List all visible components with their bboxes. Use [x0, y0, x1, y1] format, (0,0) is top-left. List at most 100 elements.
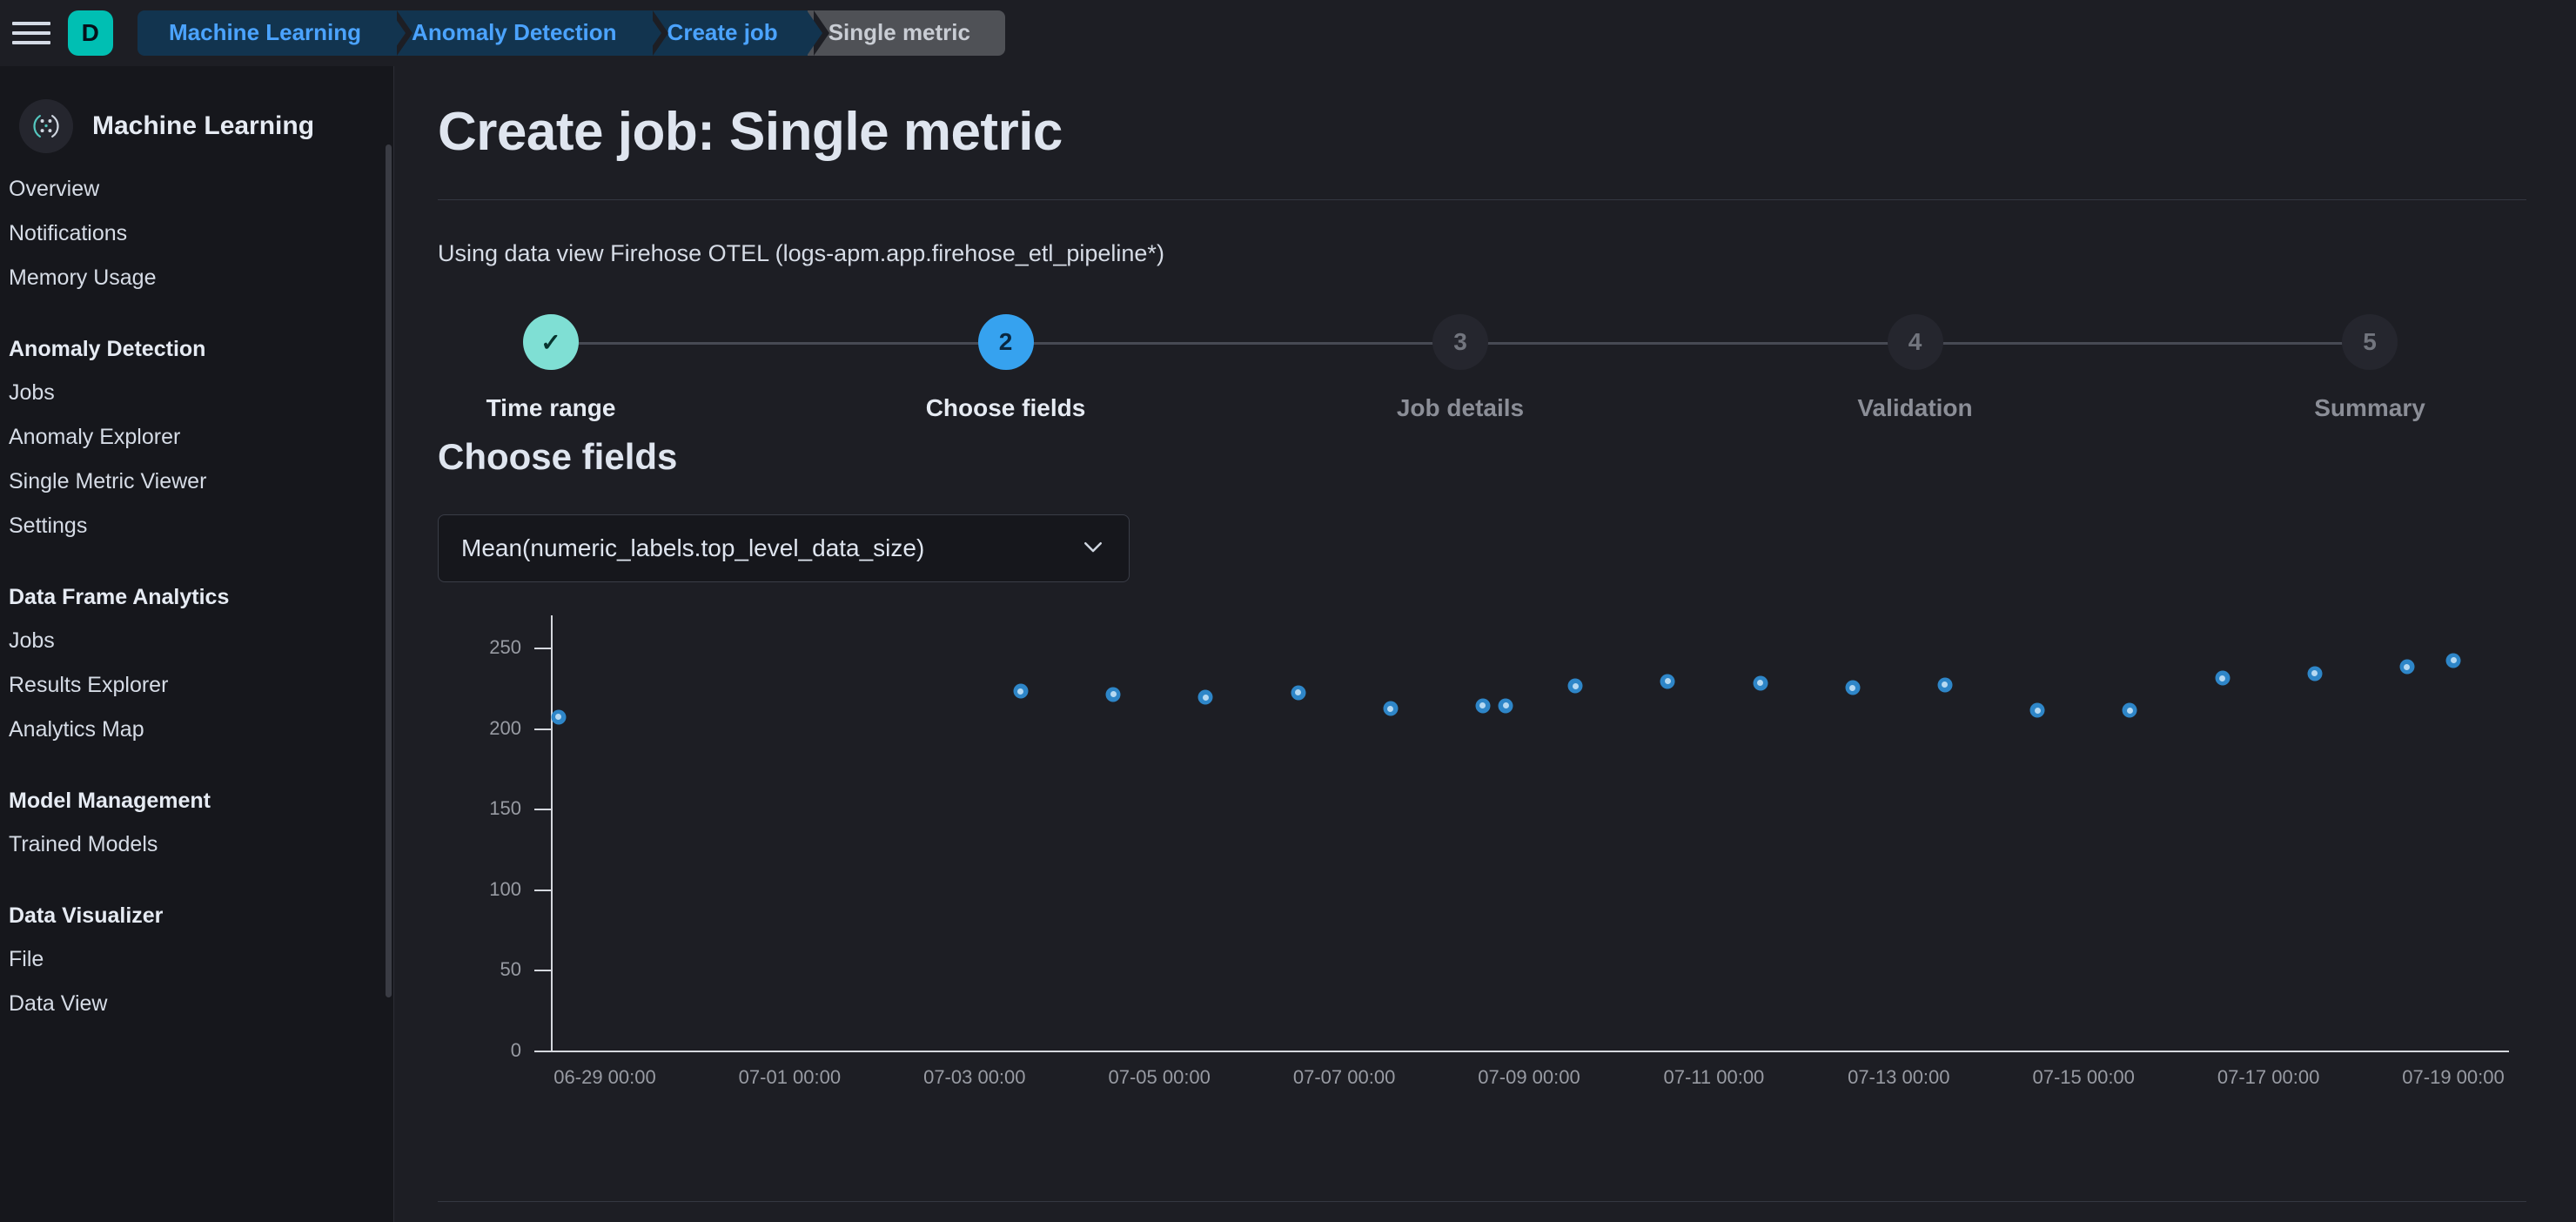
sidebar-item-memory-usage[interactable]: Memory Usage [0, 256, 393, 300]
step-indicator: ✓ Time range 2 Choose fields 3 Job details 4 Va… [438, 314, 2483, 427]
chart-data-point[interactable] [1105, 687, 1121, 702]
sidebar-item-analytics-map[interactable]: Analytics Map [0, 708, 393, 752]
y-axis-tick-label: 0 [510, 1039, 521, 1061]
sidebar-item-trained-models[interactable]: Trained Models [0, 822, 393, 867]
sidebar-item-settings[interactable]: Settings [0, 504, 393, 548]
chart-data-point[interactable] [1845, 680, 1861, 695]
chart-data-point[interactable] [2029, 702, 2045, 718]
bottom-divider [438, 1201, 2526, 1202]
sidebar-group: Overview Notifications Memory Usage [0, 167, 393, 300]
machine-learning-icon [19, 99, 73, 153]
main-content: Create job: Single metric Using data vie… [394, 66, 2576, 1222]
sidebar-item-file[interactable]: File [0, 937, 393, 982]
y-axis-tick-mark [534, 970, 552, 972]
sidebar-group: Model Management Trained Models [0, 766, 393, 867]
chart-data-point[interactable] [1498, 698, 1513, 714]
sidebar-item-jobs[interactable]: Jobs [0, 619, 393, 663]
sidebar-header: Machine Learning [0, 66, 393, 153]
y-axis-tick-label: 100 [489, 877, 521, 900]
chart-data-point[interactable] [2307, 666, 2323, 682]
y-axis-tick-mark [534, 648, 552, 650]
sidebar-group: Anomaly Detection Jobs Anomaly Explorer Sin… [0, 314, 393, 548]
chart-data-point[interactable] [1937, 677, 1953, 693]
sidebar-group: Data Frame Analytics Jobs Results Explorer… [0, 562, 393, 752]
sidebar-heading-data-frame-analytics: Data Frame Analytics [9, 585, 230, 609]
x-axis-tick-label: 07-17 00:00 [2217, 1066, 2320, 1088]
chart-data-point[interactable] [2215, 670, 2230, 686]
avatar[interactable]: D [68, 10, 113, 56]
sidebar-item-jobs[interactable]: Jobs [0, 371, 393, 415]
chart-data-point[interactable] [1013, 683, 1029, 699]
x-axis-tick-label: 07-03 00:00 [923, 1066, 1026, 1088]
y-axis-tick-mark [534, 809, 552, 811]
x-axis-tick-label: 07-13 00:00 [1848, 1066, 1950, 1088]
chart-data-point[interactable] [2122, 702, 2137, 718]
hamburger-menu-icon[interactable] [12, 16, 54, 50]
x-axis-tick-label: 07-05 00:00 [1108, 1066, 1211, 1088]
step-label-5: Summary [2314, 394, 2425, 421]
step-label-1: Time range [486, 394, 616, 421]
step-validation[interactable]: 4 Validation [1820, 314, 2011, 422]
x-axis-tick-label: 07-01 00:00 [738, 1066, 842, 1088]
x-axis-tick-label: 07-09 00:00 [1478, 1066, 1580, 1088]
chevron-down-icon [1080, 534, 1106, 564]
sidebar-group: Data Visualizer File Data View [0, 881, 393, 1026]
field-select-dropdown[interactable]: Mean(numeric_labels.top_level_data_size) [438, 514, 1130, 582]
chart-data-point[interactable] [1753, 675, 1768, 691]
sidebar-heading-data-visualizer: Data Visualizer [9, 903, 164, 928]
sidebar-item-single-metric-viewer[interactable]: Single Metric Viewer [0, 460, 393, 504]
sidebar-item-data-view[interactable]: Data View [0, 982, 393, 1026]
hamburger-line [12, 30, 50, 35]
x-axis-tick-label: 06-29 00:00 [553, 1066, 656, 1088]
step-circle-5: 5 [2342, 314, 2398, 370]
breadcrumb-item-anomaly-detection[interactable]: Anomaly Detection [375, 10, 668, 56]
x-axis-tick-label: 07-07 00:00 [1292, 1066, 1396, 1088]
step-circle-3: 3 [1432, 314, 1488, 370]
step-circle-1: ✓ [523, 314, 579, 370]
y-axis-tick-label: 50 [500, 958, 521, 981]
title-divider [438, 199, 2526, 200]
chart-data-point[interactable] [1475, 698, 1491, 714]
step-choose-fields[interactable]: 2 Choose fields [910, 314, 1102, 422]
dataview-note: Using data view Firehose OTEL (logs-apm.… [438, 240, 1164, 266]
page-title: Create job: Single metric [438, 102, 1063, 162]
sidebar-scrollbar[interactable] [386, 144, 392, 997]
top-navigation-bar: D Machine Learning Anomaly Detection Creat… [0, 0, 2576, 66]
y-axis-tick-label: 150 [489, 797, 521, 820]
sidebar-item-results-explorer[interactable]: Results Explorer [0, 663, 393, 708]
chart-data-point[interactable] [1383, 701, 1399, 716]
field-select-value: Mean(numeric_labels.top_level_data_size) [461, 534, 925, 561]
chart-data-point[interactable] [2399, 659, 2415, 675]
x-axis-line [551, 1051, 2509, 1052]
chart-data-point[interactable] [1660, 674, 1675, 689]
step-time-range[interactable]: ✓ Time range [455, 314, 647, 422]
sidebar-nav: Overview Notifications Memory Usage Anomaly… [0, 167, 393, 1026]
chart-data-point[interactable] [1291, 685, 1305, 701]
hamburger-line [12, 40, 50, 44]
chart-data-point[interactable] [551, 709, 567, 725]
x-axis-tick-label: 07-19 00:00 [2402, 1066, 2505, 1088]
y-axis-tick-label: 250 [489, 636, 521, 659]
chart-data-point[interactable] [1197, 689, 1213, 705]
sidebar-item-anomaly-explorer[interactable]: Anomaly Explorer [0, 415, 393, 460]
sidebar-item-overview[interactable]: Overview [0, 167, 393, 212]
step-circle-2: 2 [977, 314, 1034, 370]
breadcrumb: Machine Learning Anomaly Detection Create … [138, 10, 1005, 56]
y-axis-line [551, 615, 553, 1052]
hamburger-line [12, 21, 50, 25]
section-title: Choose fields [438, 436, 678, 477]
single-metric-scatter-chart: 0 50 100 150 200 250 06-29 00:00 07-01 00:00 07-… [438, 615, 2509, 1120]
chart-data-point[interactable] [2445, 653, 2461, 668]
sidebar: Machine Learning Overview Notifications Me… [0, 66, 394, 1222]
sidebar-heading-model-management: Model Management [9, 789, 211, 813]
x-axis-tick-label: 07-15 00:00 [2032, 1066, 2135, 1088]
step-label-4: Validation [1857, 394, 1973, 421]
chart-data-point[interactable] [1567, 678, 1583, 694]
breadcrumb-item-machine-learning[interactable]: Machine Learning [138, 10, 413, 56]
y-axis-tick-label: 200 [489, 716, 521, 739]
sidebar-item-notifications[interactable]: Notifications [0, 212, 393, 256]
x-axis-tick-label: 07-11 00:00 [1663, 1066, 1765, 1088]
sidebar-heading-anomaly-detection: Anomaly Detection [9, 337, 206, 361]
step-summary[interactable]: 5 Summary [2274, 314, 2465, 422]
step-job-details[interactable]: 3 Job details [1365, 314, 1556, 422]
